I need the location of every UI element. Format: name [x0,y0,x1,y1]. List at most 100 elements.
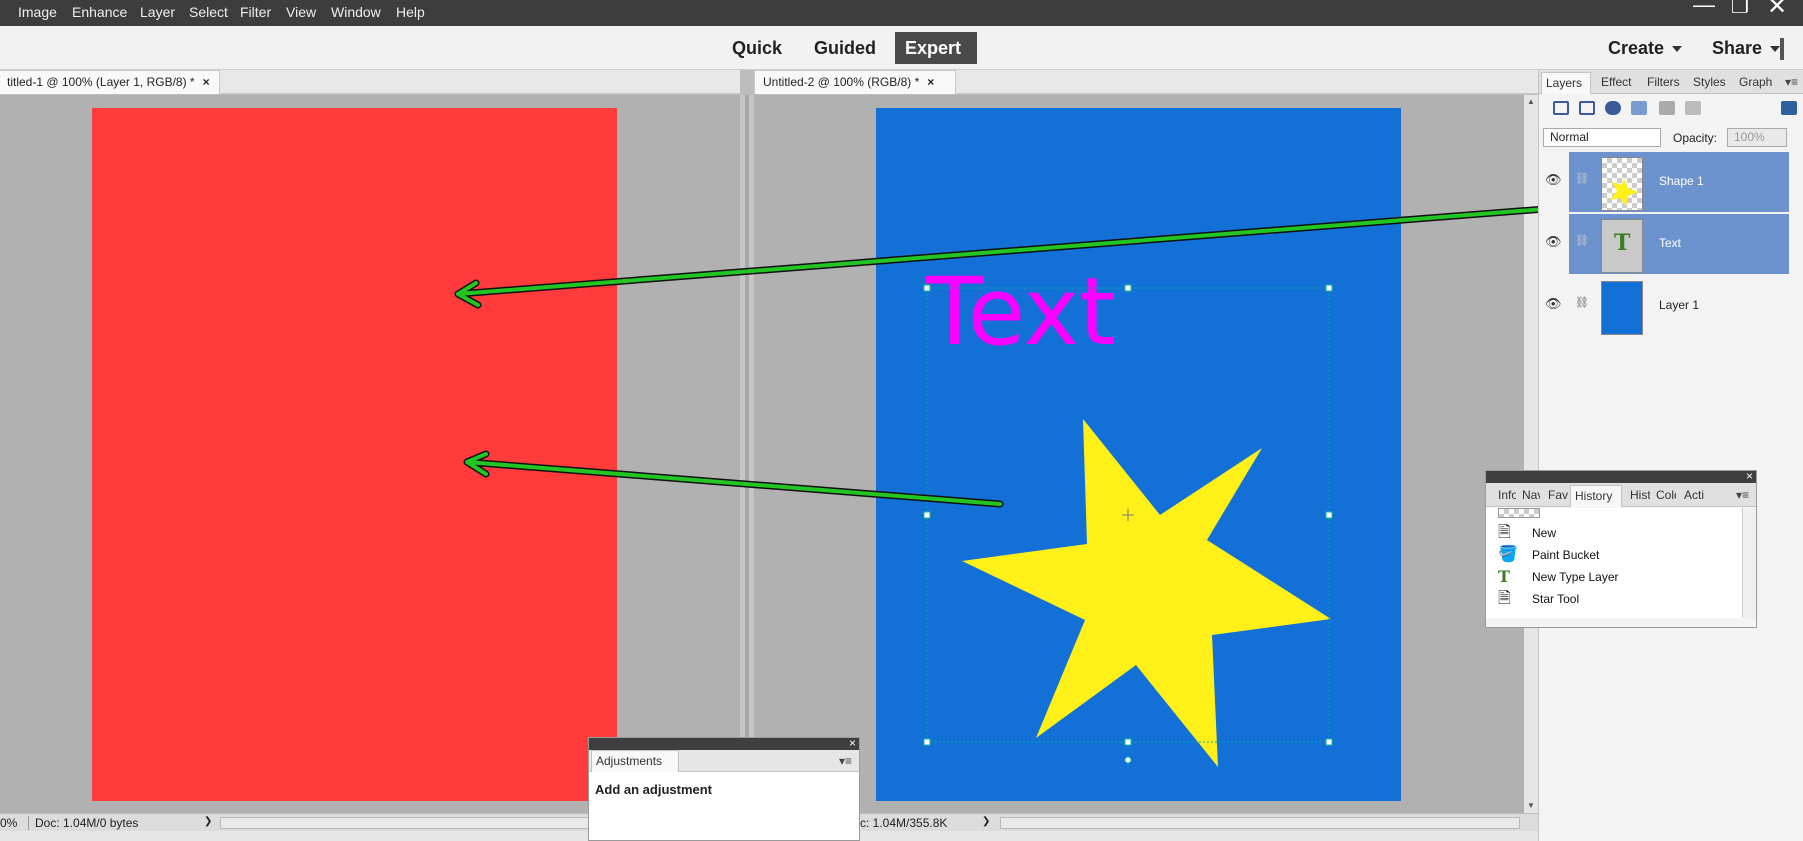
blend-mode-select[interactable]: Normal [1543,128,1661,147]
tab-color[interactable]: Colo [1652,485,1676,507]
history-scrollbar[interactable] [1742,508,1756,618]
layer-mask-icon[interactable] [1631,101,1647,115]
share-label: Share [1712,38,1763,58]
document-area-left [0,95,740,813]
resize-handle[interactable] [1325,284,1333,292]
link-icon[interactable]: ⛓ [1575,234,1589,247]
document-splitter[interactable] [740,95,754,815]
canvas-untitled-1[interactable] [92,108,617,801]
history-panel: × Info Nav Fav History Hist Colo Acti ▾≡… [1485,470,1757,628]
eye-icon[interactable]: 👁 [1545,296,1562,312]
tab-histogram[interactable]: Hist [1626,485,1650,507]
restore-icon[interactable]: ❐ [1731,0,1749,18]
tab-layers[interactable]: Layers [1541,72,1591,94]
mode-expert-button[interactable]: Expert [895,32,977,64]
panel-titlebar[interactable]: × [1486,470,1756,483]
resize-handle[interactable] [923,738,931,746]
tab-adjustments[interactable]: Adjustments [591,750,679,772]
doc-tab-title: titled-1 @ 100% (Layer 1, RGB/8) * [7,75,195,89]
resize-handle[interactable] [1124,738,1132,746]
resize-handle[interactable] [923,284,931,292]
close-icon[interactable]: × [1746,470,1753,482]
resize-handle[interactable] [1325,738,1333,746]
resize-handle[interactable] [1325,511,1333,519]
scroll-down-icon[interactable]: ▼ [1527,801,1535,810]
history-item-label: New Type Layer [1532,570,1619,584]
tab-filters[interactable]: Filters [1643,72,1687,94]
panel-menu-icon[interactable]: ▾≡ [1736,488,1749,502]
close-icon[interactable]: × [849,737,856,749]
adjustment-layer-icon[interactable] [1605,101,1621,115]
tab-effects[interactable]: Effect [1597,72,1641,94]
tab-graphics[interactable]: Graph [1735,72,1777,94]
transform-bounding-box[interactable] [876,108,1401,801]
menu-select[interactable]: Select [189,4,228,20]
doc-tab-untitled-2[interactable]: Untitled-2 @ 100% (RGB/8) * × [754,70,956,94]
layer-row-layer-1[interactable]: 👁 ⛓ Layer 1 [1545,276,1789,336]
trash-icon[interactable] [1781,101,1797,115]
snapshot-thumbnail[interactable] [1498,508,1540,518]
rotate-handle[interactable] [1124,756,1132,764]
vertical-scrollbar[interactable]: ▲ ▼ [1524,95,1538,813]
resize-handle[interactable] [1124,284,1132,292]
link-icon[interactable]: ⛓ [1575,296,1589,309]
tab-styles[interactable]: Styles [1689,72,1733,94]
eye-icon[interactable]: 👁 [1545,234,1562,250]
tab-info[interactable]: Info [1494,485,1516,507]
doc-tab-untitled-1[interactable]: titled-1 @ 100% (Layer 1, RGB/8) * × [0,70,220,94]
history-list: 🗎 New 🪣 Paint Bucket T New Type Layer 🗎 Star… [1486,508,1742,618]
resize-handle[interactable] [923,511,931,519]
scroll-up-icon[interactable]: ▲ [1527,97,1535,106]
layer-name: Text [1659,236,1682,250]
blend-opacity-row: Normal Opacity: 100% [1539,122,1803,152]
opacity-input[interactable]: 100% [1727,128,1787,147]
menu-layer[interactable]: Layer [140,4,175,20]
status-bar-right: c: 1.04M/355.8K ❯ [754,813,1538,831]
mode-quick-button[interactable]: Quick [722,32,792,64]
opacity-label: Opacity: [1673,131,1718,145]
photoshop-elements-window: { "menu": ["Image","Enhance","Layer","Se… [0,0,1803,841]
layer-name: Shape 1 [1659,174,1704,188]
menu-filter[interactable]: Filter [240,4,271,20]
status-arrow-icon[interactable]: ❯ [982,816,990,827]
layer-thumbnail [1601,157,1643,211]
horizontal-scrollbar[interactable] [1000,817,1520,829]
new-layer-icon[interactable] [1553,101,1569,115]
share-button[interactable]: Share [1712,38,1781,59]
layer-row-shape-1[interactable]: 👁 ⛓ Shape 1 [1545,152,1789,212]
minimize-icon[interactable]: — [1693,0,1715,16]
panel-tabs: Layers Effect Filters Styles Graph ▾≡ [1539,70,1803,94]
doc-tab-row-left: titled-1 @ 100% (Layer 1, RGB/8) * × [0,70,740,94]
tab-navigator[interactable]: Nav [1518,485,1540,507]
lock-all-icon[interactable] [1685,101,1701,115]
history-item-label: Star Tool [1532,592,1580,606]
link-icon[interactable]: ⛓ [1575,172,1589,185]
close-icon[interactable]: × [927,75,934,89]
menu-view[interactable]: View [286,4,316,20]
paint-bucket-icon: 🪣 [1498,546,1518,563]
panel-menu-icon[interactable]: ▾≡ [839,754,852,768]
zoom-level[interactable]: 0% [0,816,17,830]
history-item-label: New [1532,526,1557,540]
status-arrow-icon[interactable]: ❯ [204,816,212,827]
tab-favorites[interactable]: Fav [1544,485,1568,507]
close-icon[interactable]: × [203,75,210,89]
chevron-down-icon [1770,46,1781,53]
eye-icon[interactable]: 👁 [1545,172,1562,188]
tab-history[interactable]: History [1570,485,1622,507]
canvas-untitled-2[interactable]: Text [876,108,1401,801]
mode-guided-button[interactable]: Guided [804,32,886,64]
layer-row-text[interactable]: 👁 ⛓ T Text [1545,214,1789,274]
close-icon[interactable]: ✕ [1767,0,1787,19]
type-tool-icon: T [1498,567,1510,586]
create-button[interactable]: Create [1608,38,1683,59]
tab-actions[interactable]: Acti [1680,485,1706,507]
menu-help[interactable]: Help [396,4,425,20]
menu-enhance[interactable]: Enhance [72,4,127,20]
menu-window[interactable]: Window [331,4,381,20]
new-group-icon[interactable] [1579,101,1595,115]
lock-icon[interactable] [1659,101,1675,115]
panel-titlebar[interactable]: × [589,737,859,750]
menu-image[interactable]: Image [18,4,57,20]
panel-menu-icon[interactable]: ▾≡ [1785,75,1798,89]
